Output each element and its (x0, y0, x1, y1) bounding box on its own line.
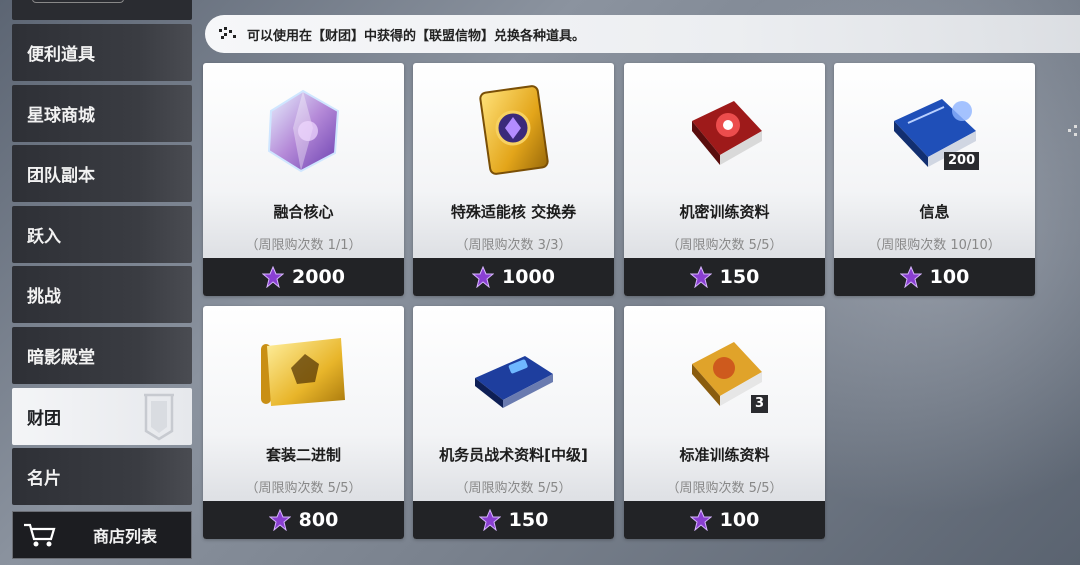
shop-item-card[interactable]: 特殊适能核 交换券 （周限购次数 3/3） 1000 (413, 63, 614, 296)
sidebar-top-tab[interactable] (32, 0, 124, 3)
sidebar-item-label: 星球商城 (27, 106, 95, 126)
sidebar-item-label: 暗影殿堂 (27, 348, 95, 368)
notice-text: 可以使用在【财团】中获得的【联盟信物】兑换各种道具。 (247, 28, 586, 44)
xp-chip-icon (475, 356, 553, 408)
alliance-token-icon (268, 509, 291, 531)
notice-bar: 可以使用在【财团】中获得的【联盟信物】兑换各种道具。 (205, 15, 1080, 53)
quantity-badge: 3 (751, 395, 769, 413)
fusion-core-crystal-icon (267, 89, 340, 173)
price-bar: 800 (203, 501, 404, 539)
sidebar-item-label: 便利道具 (27, 45, 95, 65)
item-name: 套装二进制 (265, 446, 341, 464)
alliance-token-icon (899, 266, 922, 288)
sidebar-item-raid[interactable]: 团队副本 (12, 145, 192, 202)
shop-list-label: 商店列表 (93, 527, 158, 546)
shop-item-card[interactable]: 200 信息 （周限购次数 10/10） 100 (834, 63, 1035, 296)
shop-item-card[interactable]: 3 标准训练资料 （周限购次数 5/5） 100 (624, 306, 825, 539)
shop-list-button[interactable]: 商店列表 (12, 511, 192, 559)
sidebar-item-jump[interactable]: 跃入 (12, 206, 192, 263)
purchase-limit: （周限购次数 5/5） (455, 481, 572, 496)
alliance-token-icon (472, 266, 495, 288)
sidebar-item-label: 团队副本 (27, 166, 95, 186)
shop-sidebar: 便利道具 星球商城 团队副本 跃入 挑战 暗影殿堂 财团 名片 商店列表 (12, 0, 192, 565)
classified-training-book-icon (692, 101, 762, 165)
price-bar: 100 (834, 258, 1035, 296)
item-name: 融合核心 (273, 203, 334, 221)
item-name: 信息 (919, 203, 950, 221)
info-dots-icon (219, 27, 239, 41)
alliance-token-icon (689, 266, 712, 288)
alliance-token-icon (262, 266, 285, 288)
shop-item-card[interactable]: 套装二进制 （周限购次数 5/5） 800 (203, 306, 404, 539)
purchase-limit: （周限购次数 1/1） (245, 238, 362, 253)
quantity-badge: 200 (944, 152, 980, 170)
item-price: 1000 (502, 266, 555, 288)
sidebar-item-label: 挑战 (27, 287, 61, 307)
sidebar-item-label: 名片 (27, 469, 61, 489)
item-name: 机务员战术资料[中级] (439, 446, 588, 464)
purchase-limit: （周限购次数 5/5） (666, 238, 783, 253)
price-bar: 150 (624, 258, 825, 296)
purchase-limit: （周限购次数 10/10） (868, 238, 1001, 253)
shop-item-card[interactable]: 融合核心 （周限购次数 1/1） 2000 (203, 63, 404, 296)
item-price: 800 (298, 509, 339, 531)
purchase-limit: （周限购次数 5/5） (245, 481, 362, 496)
item-name: 标准训练资料 (679, 446, 770, 464)
shop-item-card[interactable]: 机务员战术资料[中级] （周限购次数 5/5） 150 (413, 306, 614, 539)
sidebar-top-edge (12, 0, 192, 20)
banner-flag-icon (144, 393, 174, 441)
sidebar-item-convenience[interactable]: 便利道具 (12, 24, 192, 81)
sidebar-item-shadow-hall[interactable]: 暗影殿堂 (12, 327, 192, 384)
alliance-token-icon (689, 509, 712, 531)
purchase-limit: （周限购次数 5/5） (666, 481, 783, 496)
price-bar: 150 (413, 501, 614, 539)
sidebar-item-label: 财团 (27, 409, 61, 429)
price-bar: 2000 (203, 258, 404, 296)
sidebar-item-planet-mall[interactable]: 星球商城 (12, 85, 192, 142)
binary-scroll-icon (261, 338, 345, 406)
price-bar: 100 (624, 501, 825, 539)
item-price: 2000 (292, 266, 345, 288)
shop-item-card[interactable]: 机密训练资料 （周限购次数 5/5） 150 (624, 63, 825, 296)
cart-icon (24, 523, 56, 547)
purchase-limit: （周限购次数 3/3） (455, 238, 572, 253)
sidebar-item-name-card[interactable]: 名片 (12, 448, 192, 505)
item-price: 100 (719, 509, 760, 531)
price-bar: 1000 (413, 258, 614, 296)
sidebar-item-challenge[interactable]: 挑战 (12, 266, 192, 323)
item-name: 特殊适能核 交换券 (450, 203, 577, 221)
item-price: 150 (719, 266, 760, 288)
decorative-dots (1068, 125, 1077, 136)
sidebar-item-label: 跃入 (27, 227, 61, 247)
item-price: 100 (929, 266, 970, 288)
item-name: 机密训练资料 (679, 203, 770, 221)
alliance-token-icon (478, 509, 501, 531)
item-price: 150 (508, 509, 549, 531)
sidebar-item-consortium[interactable]: 财团 (12, 388, 192, 445)
special-core-ticket-icon (479, 85, 549, 175)
